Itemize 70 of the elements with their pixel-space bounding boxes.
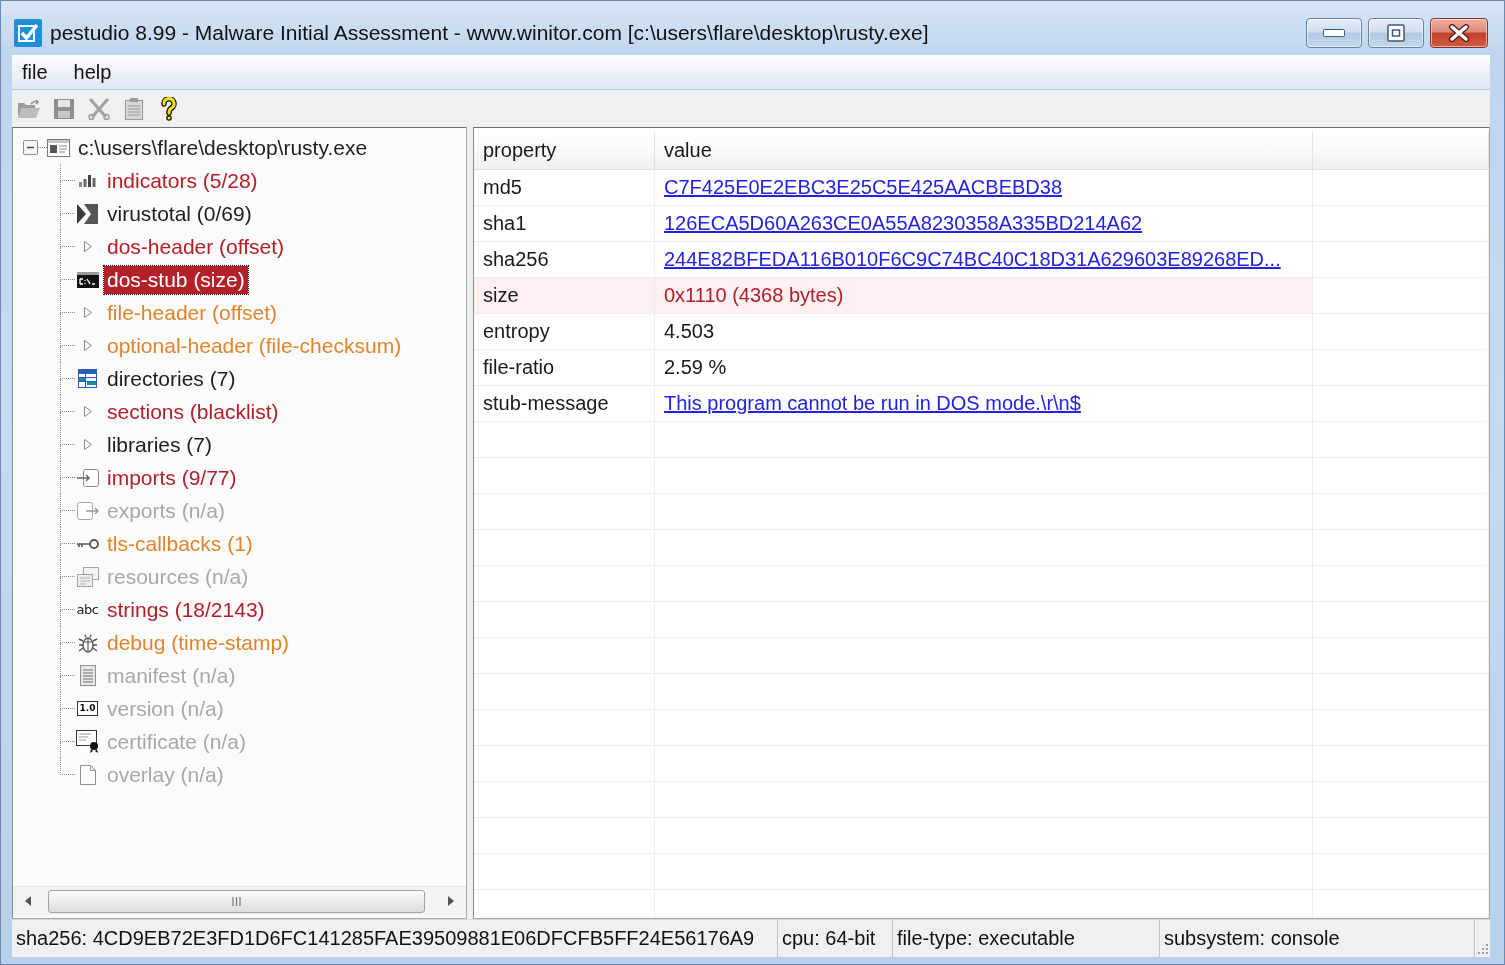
expand-arrow-icon[interactable] — [83, 241, 92, 252]
tree-item[interactable]: indicators (5/28) — [104, 166, 261, 195]
bar-chart-icon — [79, 174, 96, 187]
tree-item[interactable]: strings (18/2143) — [104, 595, 268, 624]
property-cell: sha1 — [474, 206, 655, 241]
arrow-into-box-icon — [76, 468, 99, 487]
property-cell: file-ratio — [474, 350, 655, 385]
version-icon: 1.0 — [76, 701, 99, 716]
property-cell: sha256 — [474, 242, 655, 277]
key-icon — [76, 538, 99, 549]
caret-left-icon — [25, 896, 31, 906]
tree-item[interactable]: directories (7) — [104, 364, 239, 393]
help-icon — [161, 96, 177, 121]
horizontal-scrollbar[interactable] — [13, 886, 466, 915]
menu-item[interactable]: help — [65, 58, 120, 86]
column-header[interactable]: value — [655, 132, 1313, 169]
tree-toggle-icon[interactable] — [23, 140, 38, 155]
tree-item[interactable]: sections (blacklist) — [104, 397, 282, 426]
windows-icon — [76, 566, 99, 587]
expand-arrow-icon[interactable] — [83, 439, 92, 450]
property-cell: md5 — [474, 170, 655, 205]
check-icon — [14, 19, 42, 47]
column-header[interactable]: property — [474, 132, 655, 169]
close-icon — [1448, 24, 1470, 42]
expand-arrow-icon[interactable] — [83, 340, 92, 351]
minimize-button[interactable] — [1306, 18, 1362, 48]
property-cell: entropy — [474, 314, 655, 349]
close-button[interactable] — [1430, 18, 1488, 48]
tree-item[interactable]: libraries (7) — [104, 430, 216, 459]
status-text: subsystem: console — [1160, 920, 1475, 957]
caret-right-icon — [448, 896, 454, 906]
status-text: cpu: 64-bit — [778, 920, 893, 957]
document-icon — [78, 664, 97, 687]
page-icon — [79, 764, 96, 785]
value-cell: 0x1110 (4368 bytes) — [655, 278, 1313, 313]
expand-arrow-icon[interactable] — [83, 307, 92, 318]
scrollbar-thumb[interactable] — [48, 889, 425, 913]
value-link[interactable]: C7F425E0E2EBC3E25C5E425AACBEBD38 — [664, 176, 1063, 199]
certificate-icon — [75, 730, 100, 753]
status-text: sha256: 4CD9EB72E3FD1D6FC141285FAE39509881E06DFCFB5FF24E56176A9 — [12, 920, 778, 957]
maximize-button[interactable] — [1368, 18, 1424, 48]
expand-arrow-icon[interactable] — [83, 406, 92, 417]
chevron-icon — [77, 203, 98, 224]
console-icon — [76, 271, 99, 288]
tree-item[interactable]: imports (9/77) — [104, 463, 240, 492]
folder-open-icon — [18, 99, 40, 118]
maximize-icon — [1387, 24, 1405, 42]
property-cell: size — [474, 278, 655, 313]
clipboard-icon — [125, 97, 143, 120]
value-link[interactable]: This program cannot be run in DOS mode.\r\n$ — [664, 392, 1081, 415]
text-icon: abc — [76, 603, 99, 616]
tree-item[interactable]: dos-header (offset) — [104, 232, 288, 261]
grip-icon — [232, 896, 241, 906]
tree-item[interactable]: virustotal (0/69) — [104, 199, 255, 228]
arrow-out-of-box-icon — [76, 501, 99, 520]
menu-item[interactable]: file — [14, 58, 56, 86]
window-title: pestudio 8.99 - Malware Initial Assessment - www.winitor.com [c:\users\flare\desktop\rusty.exe] — [50, 21, 930, 45]
save-icon — [54, 98, 74, 119]
value-cell: 4.503 — [655, 314, 1313, 349]
tree-item[interactable]: dos-stub (size) — [104, 265, 248, 294]
tree-item[interactable]: c:\users\flare\desktop\rusty.exe — [75, 133, 371, 162]
scissors-icon — [88, 97, 110, 120]
resize-grip-icon — [1478, 944, 1488, 954]
value-cell: 2.59 % — [655, 350, 1313, 385]
value-link[interactable]: 244E82BFEDA116B010F6C9C74BC40C18D31A629603E89268ED... — [664, 248, 1281, 271]
table-icon — [78, 369, 97, 388]
property-cell: stub-message — [474, 386, 655, 421]
status-text: file-type: executable — [893, 920, 1160, 957]
minimize-icon — [1323, 29, 1345, 37]
value-link[interactable]: 126ECA5D60A263CE0A55A8230358A335BD214A62 — [664, 212, 1143, 235]
